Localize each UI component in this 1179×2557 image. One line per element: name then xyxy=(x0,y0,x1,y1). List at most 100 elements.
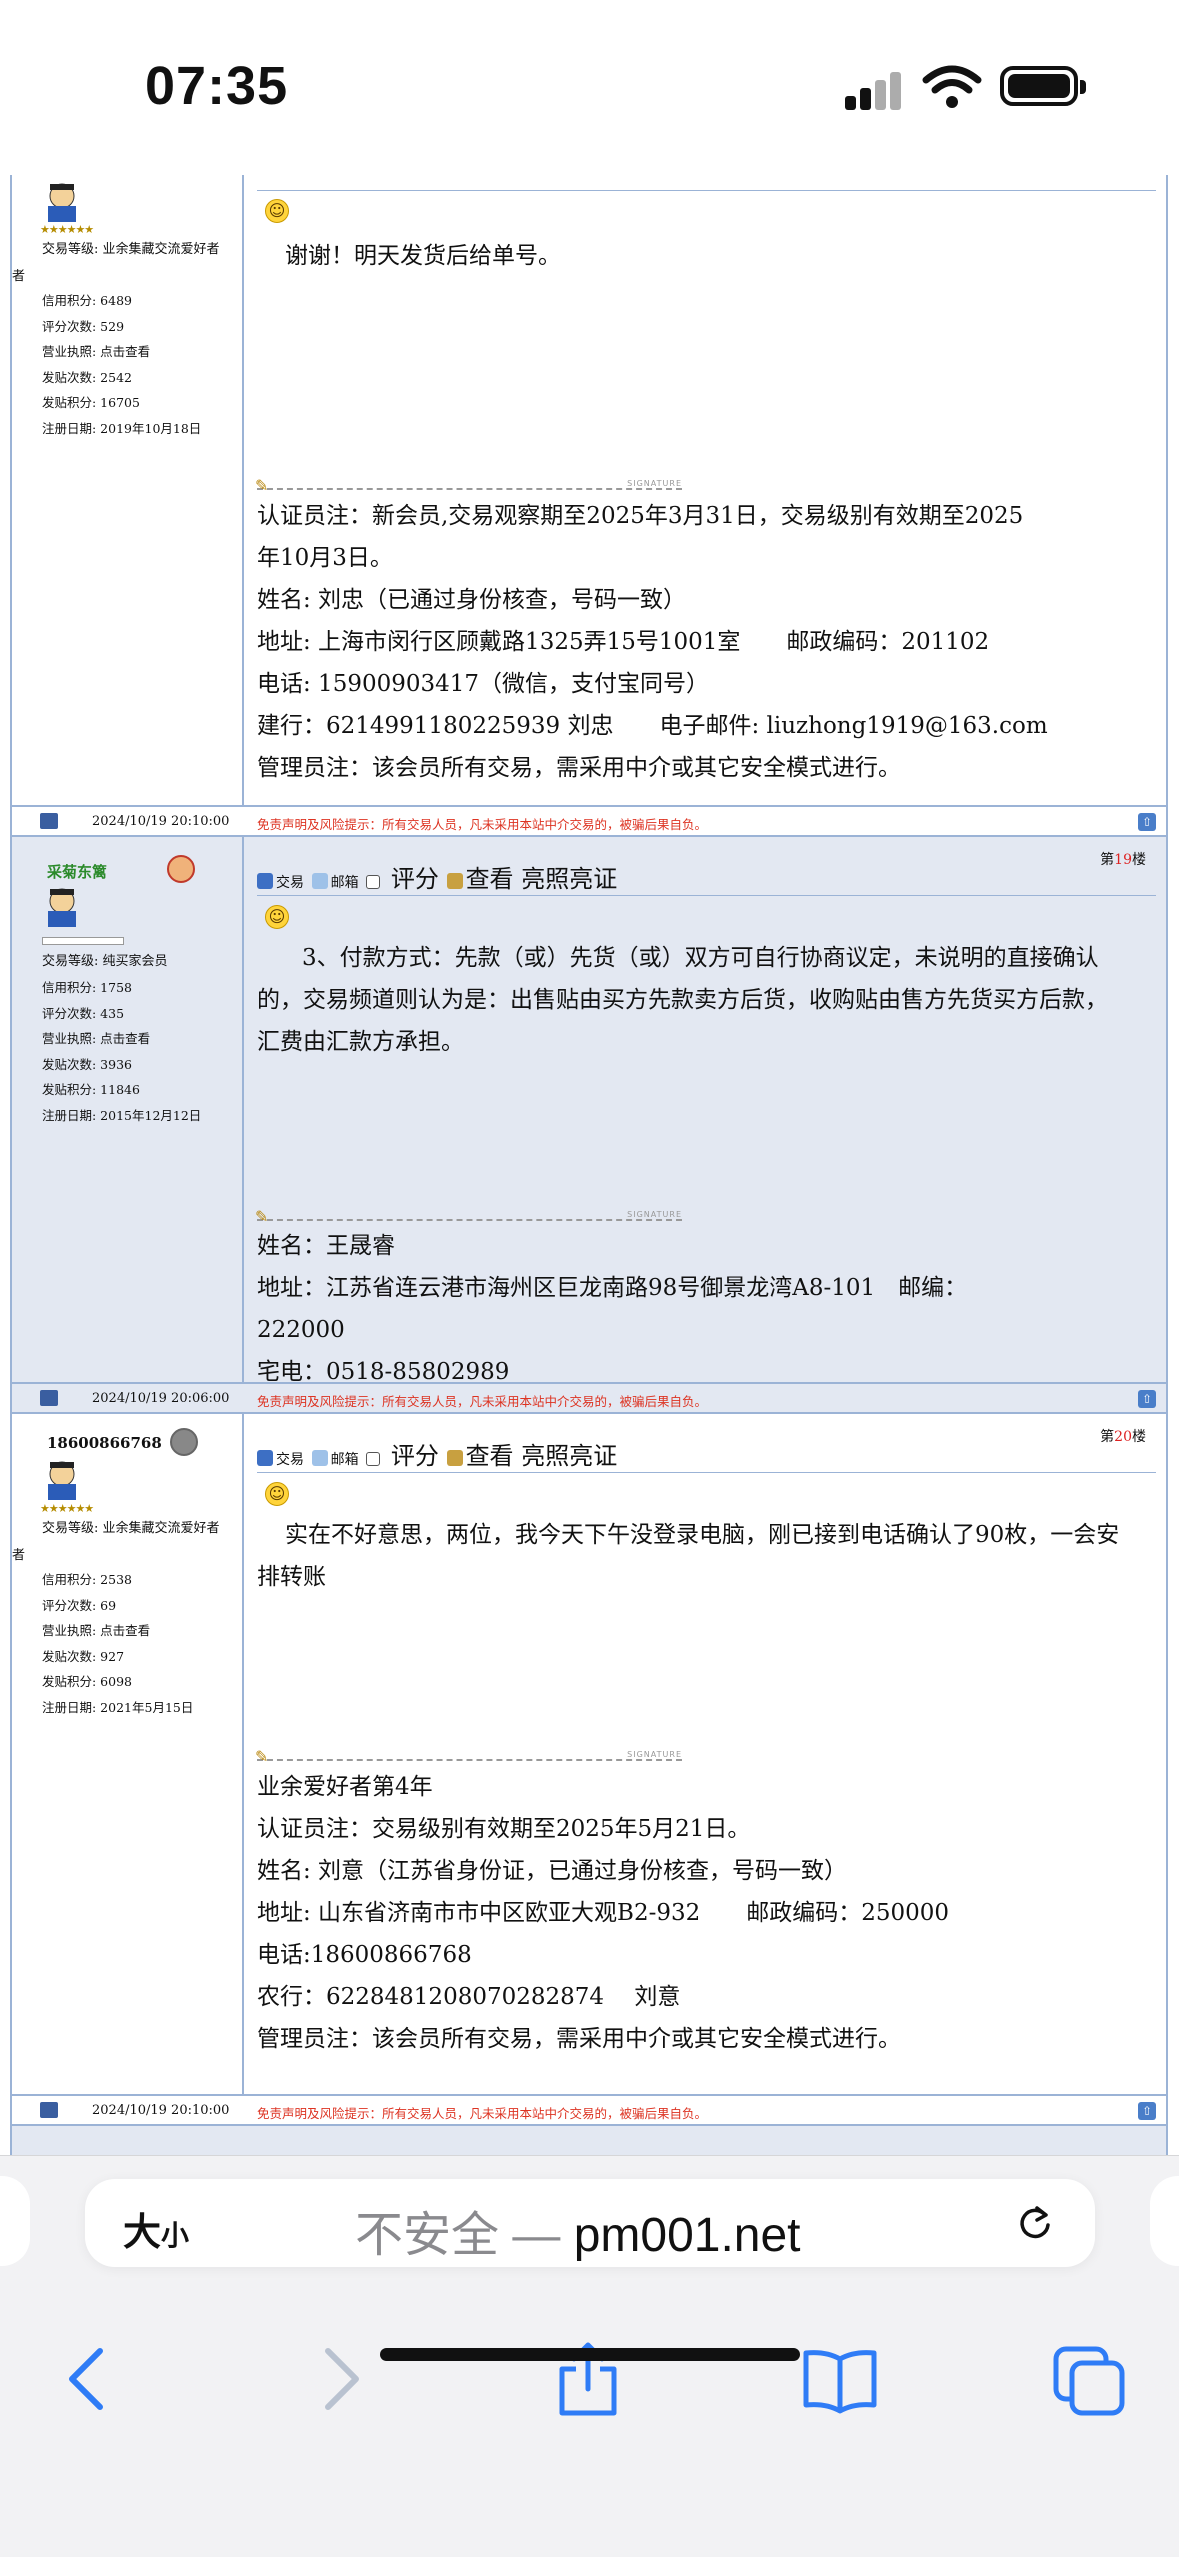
license-icon xyxy=(446,1450,463,1466)
back-icon[interactable] xyxy=(48,2339,128,2419)
clock: 07:35 xyxy=(145,56,289,116)
signature-divider xyxy=(255,1747,682,1766)
user-panel: 18600866768 ★★★★★★ 交易等级: 业余集藏交流爱好者 者 信用积… xyxy=(12,1414,244,2094)
post-body: 3、付款方式：先款（或）先货（或）双方可自行协商议定，未说明的直接确认 的，交易… xyxy=(257,945,1108,1055)
mail-button[interactable]: 邮箱 xyxy=(311,865,359,893)
user-panel: ★★★★★★ 交易等级: 业余集藏交流爱好者 者 信用积分: 6489 评分次数… xyxy=(12,175,244,805)
stat-points: 发贴积分: 11846 xyxy=(42,1082,140,1097)
bookmarks-icon[interactable] xyxy=(800,2339,880,2419)
stat-ratings: 评分次数: 69 xyxy=(42,1597,117,1613)
floor-number: 第20楼 xyxy=(1100,1428,1146,1445)
stat-registered: 注册日期: 2015年12月12日 xyxy=(42,1107,202,1123)
stat-registered: 注册日期: 2019年10月18日 xyxy=(42,420,202,436)
view-license-button[interactable]: 查看 亮照亮证 xyxy=(466,865,618,893)
mail-icon xyxy=(311,1450,328,1466)
user-stats: 信用积分: 1758 评分次数: 435 营业执照: 点击查看 发贴次数: 39… xyxy=(42,975,201,1128)
post-main: 交易 邮箱 评分 查看 亮照亮证 第20楼 ☺ 实在不好意思，两位，我今天下午没… xyxy=(255,1414,1156,2094)
rank-bar xyxy=(42,937,124,945)
smiley-icon: ☺ xyxy=(265,1482,289,1506)
stat-posts: 发贴次数: 927 xyxy=(42,1648,125,1664)
tabs-icon[interactable] xyxy=(1050,2339,1130,2419)
battery-icon xyxy=(1000,66,1086,106)
stat-credit: 信用积分: 2538 xyxy=(42,1572,132,1587)
computer-icon xyxy=(40,813,58,829)
text-size-button[interactable]: 大小 xyxy=(123,2201,189,2256)
trade-button[interactable]: 交易 xyxy=(257,1442,304,1470)
post-footer: 2024/10/19 20:10:00 免责声明及风险提示：所有交易人员，凡未采… xyxy=(10,2094,1168,2126)
license-icon xyxy=(446,873,463,889)
stat-credit: 信用积分: 1758 xyxy=(42,980,132,995)
post: 18600866768 ★★★★★★ 交易等级: 业余集藏交流爱好者 者 信用积… xyxy=(10,1414,1168,2094)
stat-posts: 发贴次数: 2542 xyxy=(42,369,132,385)
shield-icon xyxy=(257,873,273,889)
stat-points: 发贴积分: 16705 xyxy=(42,395,140,410)
next-tab-card[interactable] xyxy=(1150,2176,1179,2266)
forward-icon[interactable] xyxy=(300,2339,380,2419)
post-body: 实在不好意思，两位，我今天下午没登录电脑，刚已接到电话确认了90枚，一会安 排转… xyxy=(257,1522,1120,1590)
floor-number: 第19楼 xyxy=(1100,851,1146,868)
user-stats: 信用积分: 2538 评分次数: 69 营业执照: 点击查看 发贴次数: 927… xyxy=(42,1567,193,1720)
post: 采菊东篱 交易等级: 纯买家会员 信用积分: 1758 评分次数: 435 营业… xyxy=(10,837,1168,1385)
offline-avatar-icon xyxy=(170,1428,198,1456)
avatar[interactable] xyxy=(40,180,84,224)
avatar[interactable] xyxy=(40,1458,84,1502)
post: ★★★★★★ 交易等级: 业余集藏交流爱好者 者 信用积分: 6489 评分次数… xyxy=(10,175,1168,805)
wifi-icon xyxy=(922,65,982,108)
computer-icon xyxy=(40,1390,58,1406)
username[interactable]: 18600866768 xyxy=(47,1434,162,1452)
stat-license[interactable]: 营业执照: 点击查看 xyxy=(42,339,201,365)
stat-ratings: 评分次数: 435 xyxy=(42,1005,125,1021)
post-time: 2024/10/19 20:06:00 xyxy=(92,1391,230,1406)
status-bar: 07:35 xyxy=(0,0,1179,175)
post-toolbar: 交易 邮箱 评分 查看 亮照亮证 xyxy=(257,1436,617,1471)
online-avatar-icon xyxy=(167,855,195,883)
stat-license[interactable]: 营业执照: 点击查看 xyxy=(42,1618,193,1644)
rate-button[interactable]: 评分 xyxy=(391,865,439,893)
cellular-signal-icon xyxy=(845,70,905,110)
avatar[interactable] xyxy=(40,885,84,929)
post-time: 2024/10/19 20:10:00 xyxy=(92,2103,230,2118)
post-footer: 2024/10/19 20:10:00 免责声明及风险提示：所有交易人员，凡未采… xyxy=(10,805,1168,837)
signature: 业余爱好者第4年 认证员注：交易级别有效期至2025年5月21日。 姓名: 刘意… xyxy=(257,1774,950,2052)
previous-tab-card[interactable] xyxy=(0,2176,30,2266)
card-icon xyxy=(366,875,381,889)
stat-license[interactable]: 营业执照: 点击查看 xyxy=(42,1026,201,1052)
stat-points: 发贴积分: 6098 xyxy=(42,1674,132,1689)
address-bar[interactable]: 大小 不安全 — pm001.net xyxy=(85,2179,1095,2267)
post-main: ☺ 谢谢！明天发货后给单号。 认证员注：新会员,交易观察期至2025年3月31日… xyxy=(255,175,1156,805)
computer-icon xyxy=(40,2102,58,2118)
home-indicator[interactable] xyxy=(380,2348,800,2361)
user-level: 交易等级: 纯买家会员 xyxy=(42,954,168,969)
back-to-top-icon[interactable]: ⇧ xyxy=(1138,813,1156,831)
post-time: 2024/10/19 20:10:00 xyxy=(92,814,230,829)
disclaimer: 免责声明及风险提示：所有交易人员，凡未采用本站中介交易的，被骗后果自负。 xyxy=(257,817,708,832)
username[interactable]: 采菊东篱 xyxy=(47,861,107,882)
user-level: 交易等级: 业余集藏交流爱好者 xyxy=(42,242,220,257)
signature-divider xyxy=(255,476,682,495)
rank-stars: ★★★★★★ xyxy=(40,223,94,236)
smiley-icon: ☺ xyxy=(265,199,289,223)
stat-posts: 发贴次数: 3936 xyxy=(42,1056,132,1072)
forum-thread[interactable]: ★★★★★★ 交易等级: 业余集藏交流爱好者 者 信用积分: 6489 评分次数… xyxy=(10,175,1168,2155)
rate-button[interactable]: 评分 xyxy=(391,1442,439,1470)
divider xyxy=(257,1472,1156,1473)
user-level: 交易等级: 业余集藏交流爱好者 xyxy=(42,1521,220,1536)
post-body: 谢谢！明天发货后给单号。 xyxy=(285,243,561,269)
signature: 认证员注：新会员,交易观察期至2025年3月31日，交易级别有效期至2025 年… xyxy=(257,503,1048,781)
post-main: 交易 邮箱 评分 查看 亮照亮证 第19楼 ☺ 3、付款方式：先款（或）先货（或… xyxy=(255,837,1156,1385)
trade-button[interactable]: 交易 xyxy=(257,865,304,893)
level-suffix: 者 xyxy=(12,1548,26,1563)
back-to-top-icon[interactable]: ⇧ xyxy=(1138,1390,1156,1408)
back-to-top-icon[interactable]: ⇧ xyxy=(1138,2102,1156,2120)
divider xyxy=(257,895,1156,896)
reload-icon[interactable] xyxy=(1015,2203,1055,2243)
level-suffix: 者 xyxy=(12,269,26,284)
smiley-icon: ☺ xyxy=(265,905,289,929)
url-display[interactable]: 不安全 — pm001.net xyxy=(355,2195,801,2265)
disclaimer: 免责声明及风险提示：所有交易人员，凡未采用本站中介交易的，被骗后果自负。 xyxy=(257,1394,708,1409)
user-stats: 信用积分: 6489 评分次数: 529 营业执照: 点击查看 发贴次数: 25… xyxy=(42,288,201,441)
view-license-button[interactable]: 查看 亮照亮证 xyxy=(466,1442,618,1470)
signature-divider xyxy=(255,1207,682,1226)
card-icon xyxy=(366,1452,381,1466)
mail-button[interactable]: 邮箱 xyxy=(311,1442,359,1470)
